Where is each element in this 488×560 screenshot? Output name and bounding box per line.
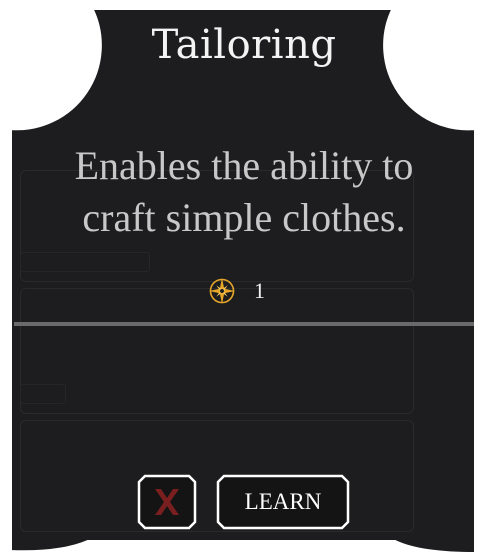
background-card-bar bbox=[20, 384, 66, 404]
compass-star-icon bbox=[209, 278, 235, 304]
background-card bbox=[20, 288, 414, 414]
dialog-title: Tailoring bbox=[151, 22, 337, 68]
learn-button-label: LEARN bbox=[244, 489, 322, 514]
skill-description: Enables the ability to craft simple clot… bbox=[74, 143, 414, 240]
close-button[interactable] bbox=[137, 474, 197, 530]
cost-value: 1 bbox=[254, 278, 265, 303]
learn-button[interactable]: LEARN bbox=[216, 474, 350, 530]
close-button-frame bbox=[137, 474, 197, 530]
divider bbox=[14, 322, 474, 326]
background-card-bar bbox=[20, 252, 150, 272]
skill-dialog: Tailoring Enables the ability to craft s… bbox=[0, 0, 488, 560]
skill-cost: 1 bbox=[208, 276, 265, 306]
